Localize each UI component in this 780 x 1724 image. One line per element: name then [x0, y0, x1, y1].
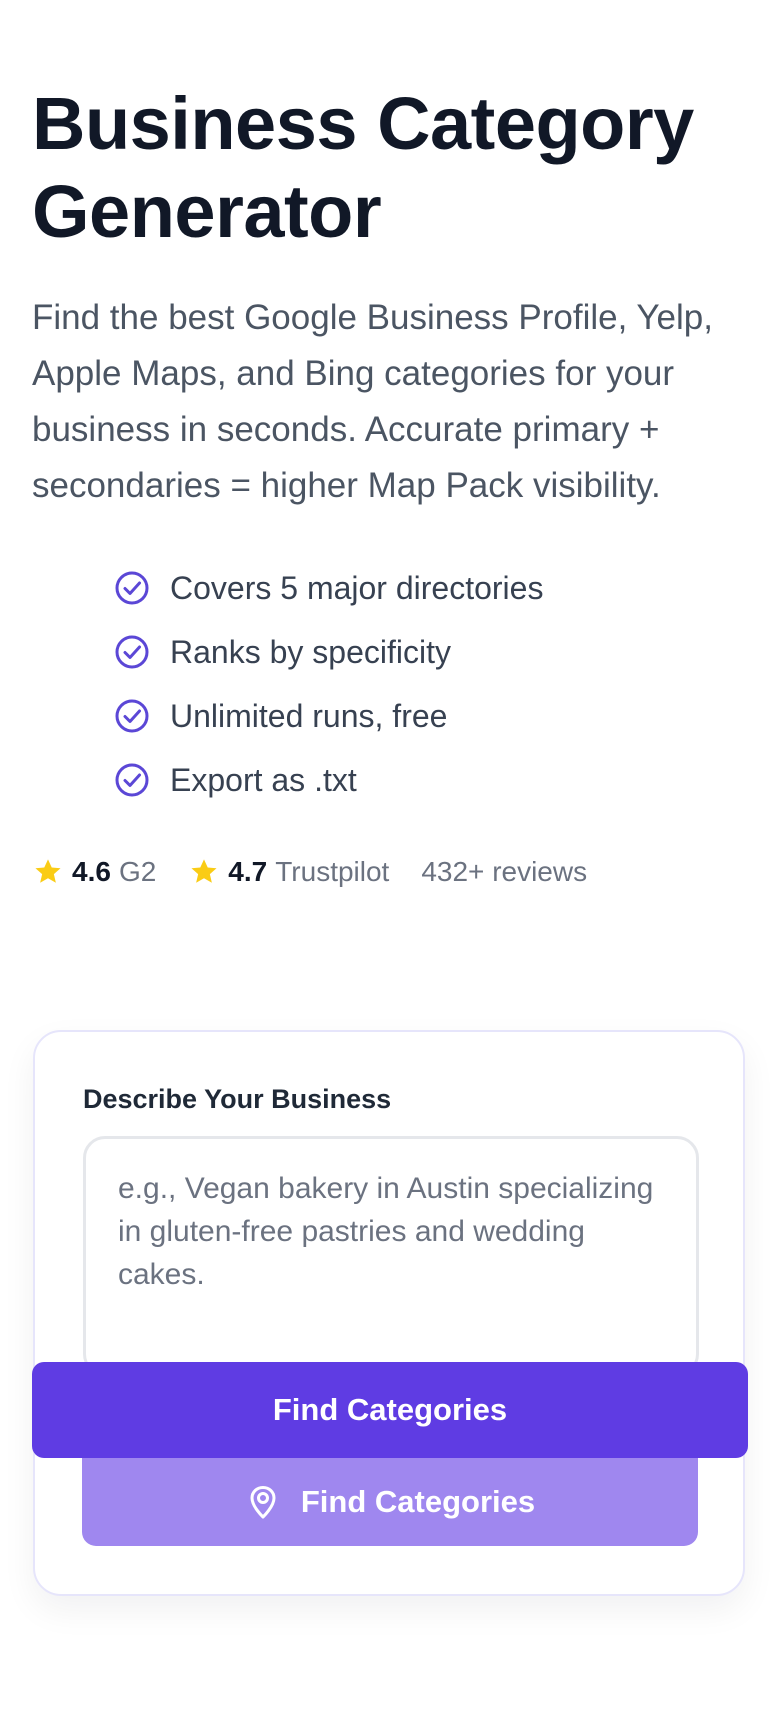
feature-item: Export as .txt: [114, 748, 748, 812]
business-description-label: Describe Your Business: [83, 1084, 392, 1114]
feature-item: Ranks by specificity: [114, 620, 748, 684]
feature-label: Export as .txt: [170, 761, 357, 798]
generator-page: Business Category Generator Find the bes…: [32, 80, 748, 888]
feature-label: Unlimited runs, free: [170, 697, 448, 734]
page-title: Business Category Generator: [32, 82, 694, 253]
check-circle-icon: [114, 570, 150, 606]
find-categories-secondary-button[interactable]: Find Categories: [82, 1458, 698, 1546]
feature-label: Covers 5 major directories: [170, 569, 544, 606]
find-categories-button[interactable]: Find Categories: [32, 1362, 748, 1458]
page-description: Find the best Google Business Profile, Y…: [32, 298, 713, 505]
business-description-input[interactable]: [83, 1136, 699, 1376]
review-count: 432+ reviews: [421, 856, 588, 887]
check-circle-icon: [114, 762, 150, 798]
g2-rating: 4.6 G2: [32, 856, 156, 888]
trustpilot-score: 4.7: [228, 856, 268, 887]
map-pin-icon: [245, 1484, 281, 1520]
check-circle-icon: [114, 698, 150, 734]
feature-item: Covers 5 major directories: [114, 556, 748, 620]
check-circle-icon: [114, 634, 150, 670]
trustpilot-rating: 4.7 Trustpilot: [188, 856, 389, 888]
feature-list: Covers 5 major directories Ranks by spec…: [114, 556, 748, 812]
secondary-button-label: Find Categories: [300, 1484, 536, 1519]
g2-source: G2: [118, 856, 157, 887]
ratings-row: 4.6 G2 4.7 Trustpilot 432+ reviews: [32, 856, 748, 888]
feature-item: Unlimited runs, free: [114, 684, 748, 748]
star-icon: [188, 856, 220, 888]
trustpilot-source: Trustpilot: [275, 856, 390, 887]
feature-label: Ranks by specificity: [170, 633, 451, 670]
star-icon: [32, 856, 64, 888]
g2-score: 4.6: [72, 856, 111, 887]
